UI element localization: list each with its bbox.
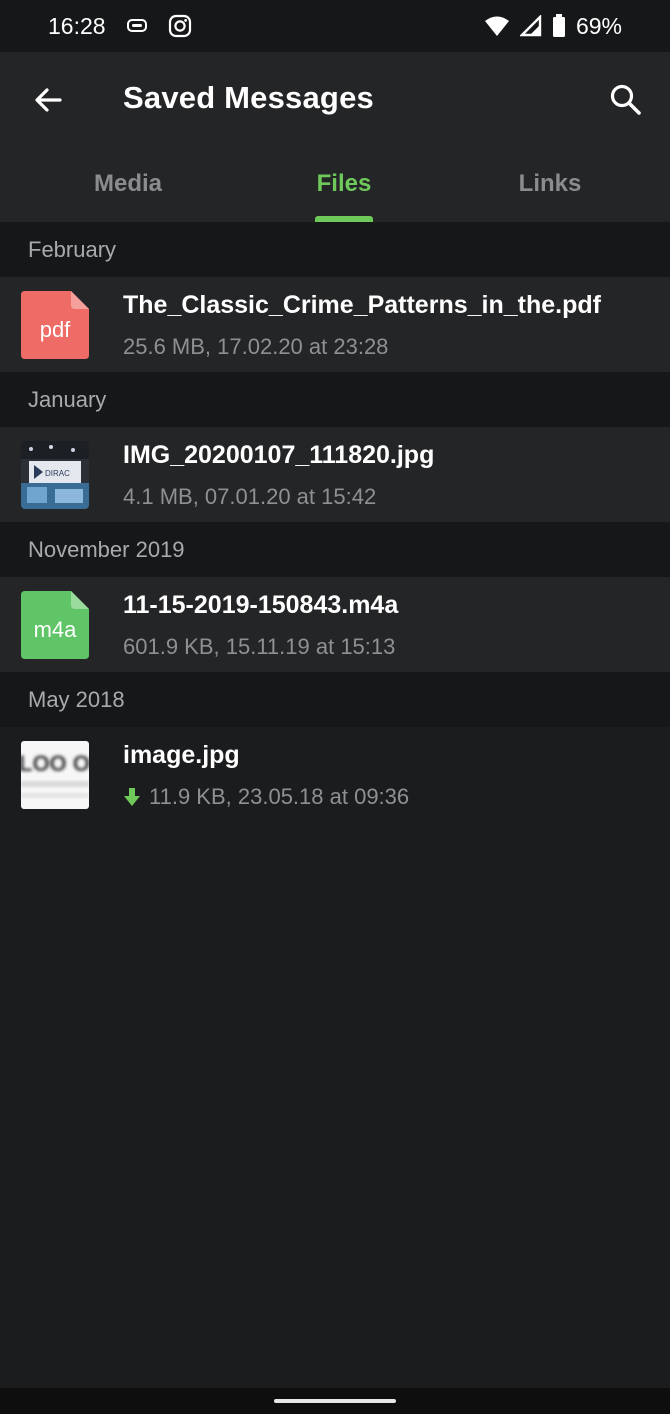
page-title: Saved Messages: [123, 80, 374, 115]
tab-links[interactable]: Links: [444, 146, 656, 222]
file-meta-text: 601.9 KB, 15.11.19 at 15:13: [123, 634, 396, 659]
file-name: 11-15-2019-150843.m4a: [123, 591, 399, 619]
search-button[interactable]: [606, 80, 646, 120]
image-thumbnail: LOO OI: [21, 741, 89, 809]
back-button[interactable]: [28, 80, 68, 120]
thumbnail-brand-text: DIRAC: [45, 469, 70, 478]
battery-icon: [552, 14, 566, 38]
file-name: The_Classic_Crime_Patterns_in_the.pdf: [123, 291, 601, 319]
navigation-bar: [0, 1388, 670, 1414]
section-header-november-2019: November 2019: [0, 522, 670, 577]
screen: 16:28 69% Saved Messages Media Files Lin…: [0, 0, 670, 1414]
file-list: February pdf The_Classic_Crime_Patterns_…: [0, 222, 670, 822]
signal-icon: [519, 15, 542, 37]
tab-media[interactable]: Media: [22, 146, 234, 222]
file-name: image.jpg: [123, 741, 240, 769]
cast-icon: [126, 17, 148, 35]
section-header-january: January: [0, 372, 670, 427]
file-meta: 11.9 KB, 23.05.18 at 09:36: [123, 784, 409, 810]
file-row[interactable]: m4a 11-15-2019-150843.m4a 601.9 KB, 15.1…: [0, 577, 670, 672]
home-gesture-handle[interactable]: [274, 1399, 396, 1403]
file-meta: 601.9 KB, 15.11.19 at 15:13: [123, 634, 395, 660]
file-extension-label: pdf: [39, 317, 71, 342]
file-meta-text: 11.9 KB, 23.05.18 at 09:36: [149, 784, 410, 809]
app-bar: Saved Messages: [0, 52, 670, 146]
section-header-february: February: [0, 222, 670, 277]
file-row[interactable]: LOO OI image.jpg 11.9 KB, 23.05.18 at 09…: [0, 727, 670, 822]
battery-percent: 69%: [575, 12, 622, 39]
file-extension-label: m4a: [33, 617, 77, 642]
arrow-left-icon: [35, 88, 62, 112]
file-row[interactable]: pdf The_Classic_Crime_Patterns_in_the.pd…: [0, 277, 670, 372]
file-meta-text: 4.1 MB, 07.01.20 at 15:42: [123, 484, 377, 509]
tab-bar: Media Files Links: [0, 146, 670, 222]
section-header-may-2018: May 2018: [0, 672, 670, 727]
download-arrow-icon[interactable]: [123, 787, 141, 807]
status-time: 16:28: [48, 12, 106, 39]
file-meta: 25.6 MB, 17.02.20 at 23:28: [123, 334, 388, 360]
photo-thumbnail: DIRAC: [21, 441, 89, 509]
file-meta-text: 25.6 MB, 17.02.20 at 23:28: [123, 334, 389, 359]
tab-files[interactable]: Files: [238, 146, 450, 222]
file-meta: 4.1 MB, 07.01.20 at 15:42: [123, 484, 376, 510]
pdf-file-icon: pdf: [21, 291, 89, 359]
file-row[interactable]: DIRAC IMG_20200107_111820.jpg 4.1 MB, 07…: [0, 427, 670, 522]
instagram-icon: [168, 14, 192, 38]
wifi-icon: [484, 15, 510, 37]
status-bar: 16:28 69%: [0, 0, 670, 52]
thumbnail-blurred-text: LOO OI: [21, 751, 89, 776]
file-name: IMG_20200107_111820.jpg: [123, 441, 435, 469]
audio-file-icon: m4a: [21, 591, 89, 659]
search-icon: [610, 84, 641, 115]
